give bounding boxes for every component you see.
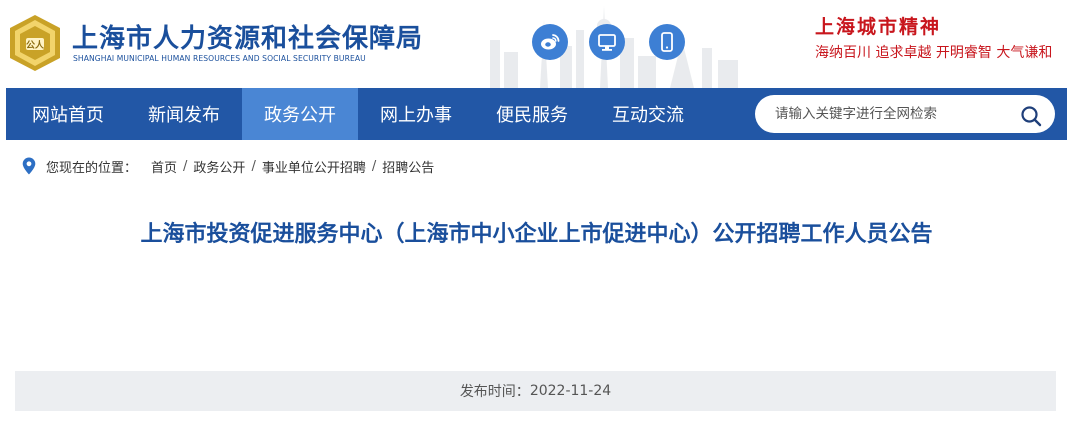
nav-item-government-affairs[interactable]: 政务公开 bbox=[242, 88, 358, 140]
weibo-button[interactable] bbox=[532, 24, 568, 60]
breadcrumb-lead: 您现在的位置： bbox=[46, 160, 138, 176]
search-input[interactable] bbox=[775, 101, 1005, 127]
weibo-icon bbox=[541, 34, 560, 50]
breadcrumb-separator: / bbox=[183, 158, 188, 174]
nav-item-online-services[interactable]: 网上办事 bbox=[358, 88, 474, 140]
search-box bbox=[755, 95, 1055, 133]
breadcrumb-recruitment-notice[interactable]: 招聘公告 bbox=[382, 157, 434, 176]
breadcrumb-public-recruitment[interactable]: 事业单位公开招聘 bbox=[262, 157, 366, 176]
search-icon[interactable] bbox=[1019, 104, 1043, 128]
breadcrumb-separator: / bbox=[251, 158, 256, 174]
desktop-site-button[interactable] bbox=[589, 24, 625, 60]
logo-text: 公人 bbox=[26, 39, 45, 51]
article-meta-bar: 发布时间： 2022-11-24 bbox=[15, 371, 1056, 411]
main-nav: 网站首页 新闻发布 政务公开 网上办事 便民服务 互动交流 bbox=[6, 88, 1067, 140]
publish-date: 2022-11-24 bbox=[529, 383, 612, 399]
nav-item-public-services[interactable]: 便民服务 bbox=[474, 88, 590, 140]
desktop-icon bbox=[598, 34, 616, 51]
mobile-icon bbox=[661, 32, 673, 52]
breadcrumb-government-affairs[interactable]: 政务公开 bbox=[193, 157, 245, 176]
nav-item-interaction[interactable]: 互动交流 bbox=[590, 88, 706, 140]
location-pin-icon bbox=[22, 157, 36, 175]
breadcrumb-home[interactable]: 首页 bbox=[151, 157, 177, 176]
article-title: 上海市投资促进服务中心（上海市中小企业上市促进中心）公开招聘工作人员公告 bbox=[140, 222, 933, 247]
publish-label: 发布时间： bbox=[459, 384, 530, 400]
site-title[interactable]: 上海市人力资源和社会保障局 bbox=[72, 18, 423, 55]
mobile-site-button[interactable] bbox=[649, 24, 685, 60]
breadcrumb: 您现在的位置： 首页 / 政务公开 / 事业单位公开招聘 / 招聘公告 bbox=[22, 156, 434, 176]
city-spirit-motto: 海纳百川 追求卓越 开明睿智 大气谦和 bbox=[815, 45, 1053, 61]
site-subtitle: SHANGHAI MUNICIPAL HUMAN RESOURCES AND S… bbox=[73, 54, 366, 63]
breadcrumb-separator: / bbox=[371, 158, 377, 174]
site-header: 公人 上海市人力资源和社会保障局 SHANGHAI MUNICIPAL HUMA… bbox=[0, 0, 1073, 88]
city-spirit-title: 上海城市精神 bbox=[815, 16, 942, 38]
bureau-logo-emblem: 公人 bbox=[10, 15, 60, 71]
nav-item-news[interactable]: 新闻发布 bbox=[126, 88, 242, 140]
nav-item-home[interactable]: 网站首页 bbox=[10, 88, 126, 140]
